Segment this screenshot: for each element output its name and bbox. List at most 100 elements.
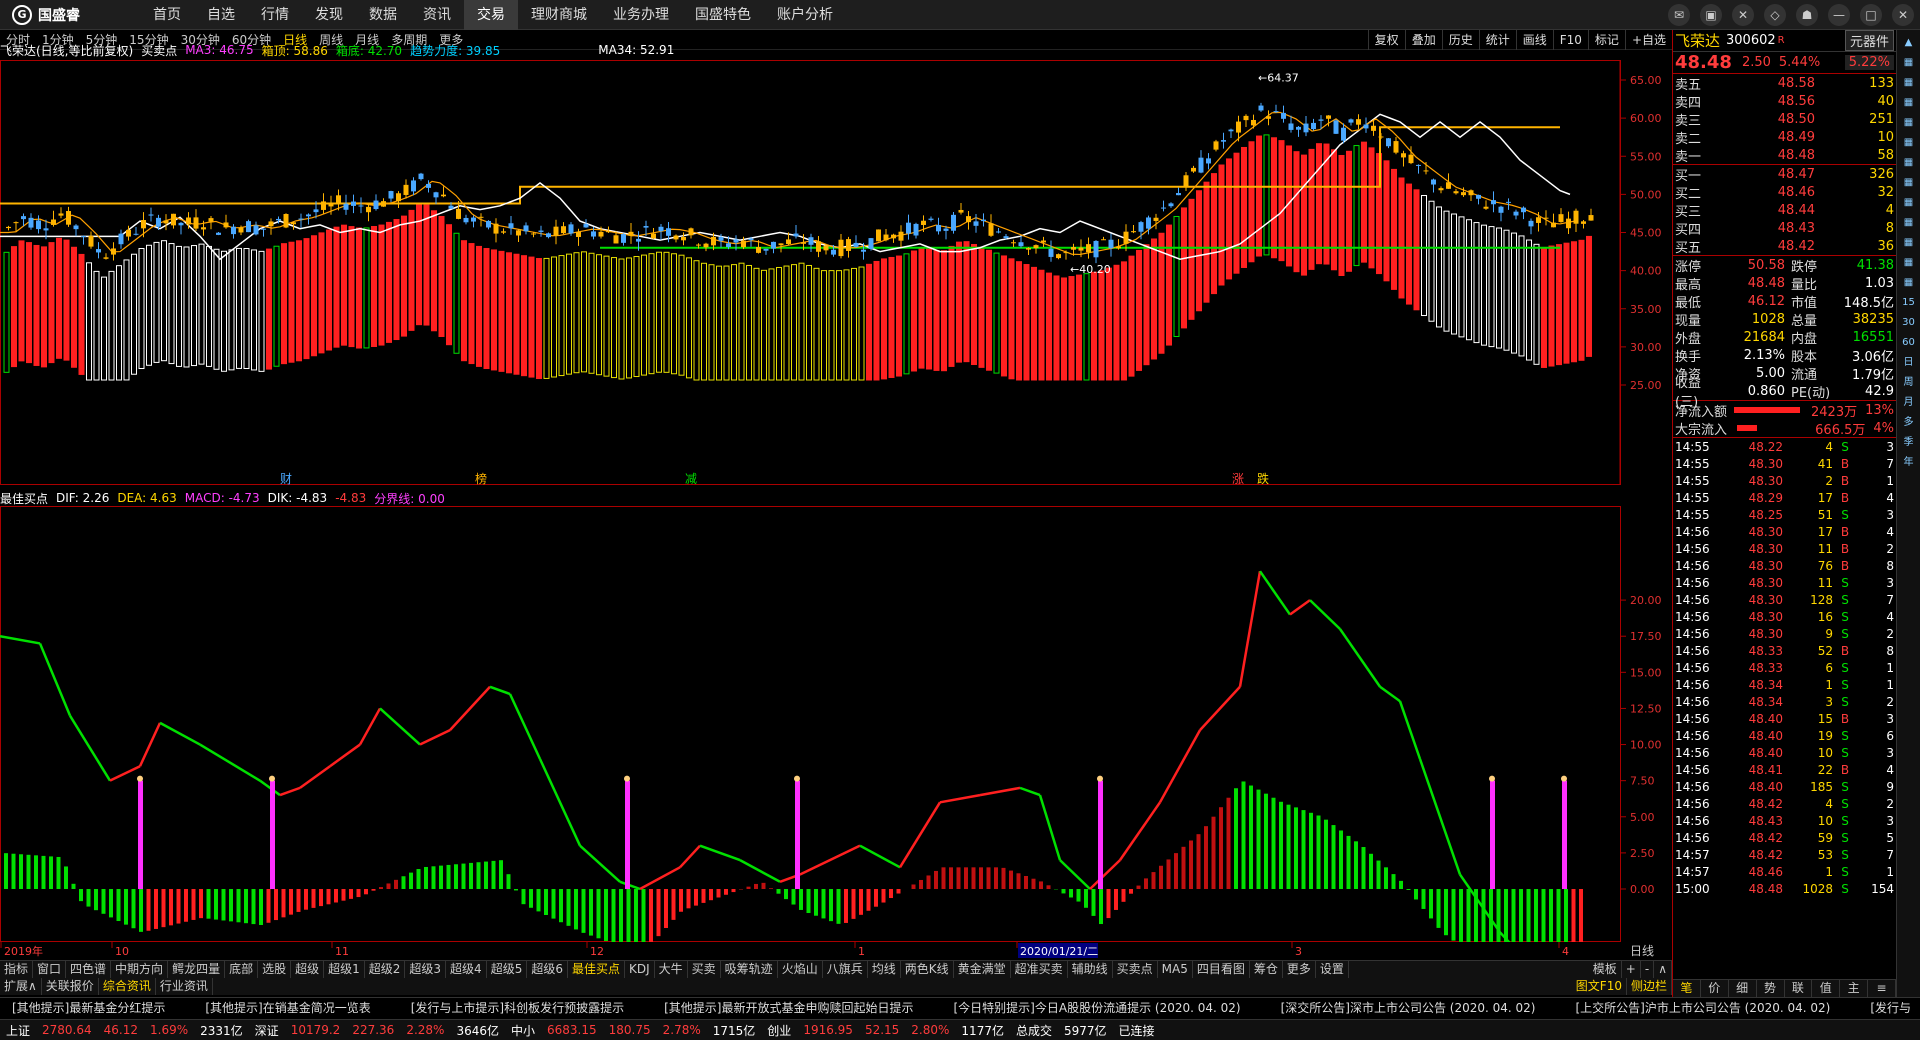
menu-item[interactable]: 行情 [248,0,302,30]
indicator-tab[interactable]: 超级3 [405,961,447,978]
panel-tab[interactable]: 价 [1701,980,1729,997]
indicator-tab[interactable]: 指标 [0,961,34,978]
news-item[interactable]: [其他提示]在销基金简况一览表 [205,999,370,1016]
news-item[interactable]: [发行与 [1870,999,1911,1016]
tools-icon[interactable]: ✕ [1732,4,1754,26]
info-tab[interactable]: 行业资讯 [156,978,213,995]
indicator-tab[interactable]: 均线 [868,961,901,978]
side-tool-icon[interactable]: ▦ [1900,114,1918,132]
side-tool-icon[interactable]: ▦ [1900,214,1918,232]
menu-item[interactable]: 交易 [464,0,518,30]
order-book-row[interactable]: 买五 48.42 36 [1673,237,1896,256]
side-tool-icon[interactable]: ▦ [1900,194,1918,212]
tab-control-button[interactable]: ∧ [1654,961,1672,978]
news-item[interactable]: [深交所公告]深市上市公司公告 (2020. 04. 02) [1281,999,1536,1016]
panel-tab[interactable]: 势 [1757,980,1785,997]
skin-icon[interactable]: ☗ [1796,4,1818,26]
indicator-tab[interactable]: 鳄龙四量 [168,961,226,978]
side-period-button[interactable]: 日 [1900,354,1918,372]
indicator-name[interactable]: 买卖点 [141,42,177,59]
menu-item[interactable]: 理财商城 [518,0,600,30]
scroll-up-icon[interactable]: ▲ [1900,34,1918,52]
component-button[interactable]: 元器件 [1844,30,1894,51]
mail-icon[interactable]: ▣ [1700,4,1722,26]
tab-control-button[interactable]: 模板 [1589,961,1622,978]
panel-tab[interactable]: ≡ [1868,980,1896,997]
side-tool-icon[interactable]: ▦ [1900,74,1918,92]
side-period-button[interactable]: 30 [1900,314,1918,332]
menu-item[interactable]: 业务办理 [600,0,682,30]
message-icon[interactable]: ✉ [1668,4,1690,26]
indicator-tab[interactable]: 买卖 [688,961,721,978]
panel-tab[interactable]: 笔 [1673,980,1701,997]
order-book-row[interactable]: 买一 48.47 326 [1673,165,1896,184]
maximize-icon[interactable]: □ [1860,4,1882,26]
side-tool-icon[interactable]: ▦ [1900,134,1918,152]
tab-control-button[interactable]: - [1641,961,1655,978]
indicator-tab[interactable]: 四目看图 [1193,961,1250,978]
indicator-tab[interactable]: 超级5 [487,961,528,978]
menu-item[interactable]: 资讯 [410,0,464,30]
order-book-row[interactable]: 买二 48.46 32 [1673,183,1896,202]
indicator-tab[interactable]: 大牛 [655,961,688,978]
app-logo[interactable]: G 国盛睿 [0,4,140,25]
indicator-tab[interactable]: 最佳买点 [568,961,625,978]
indicator-tab[interactable]: 火焰山 [778,961,823,978]
news-item[interactable]: [发行与上市提示]科创板发行预披露提示 [411,999,624,1016]
menu-item[interactable]: 自选 [194,0,248,30]
order-book-row[interactable]: 卖一 48.48 58 [1673,146,1896,165]
news-item[interactable]: [其他提示]最新开放式基金申购赎回起始日提示 [664,999,913,1016]
info-tab-button[interactable]: 图文F10 [1572,978,1627,995]
info-tab[interactable]: 综合资讯 [99,978,156,995]
indicator-tab[interactable]: 更多 [1283,961,1316,978]
indicator-tab[interactable]: 设置 [1316,961,1349,978]
side-period-button[interactable]: 60 [1900,334,1918,352]
indicator-tab[interactable]: 选股 [258,961,292,978]
side-tool-icon[interactable]: ▦ [1900,174,1918,192]
indicator-tab[interactable]: MA5 [1158,961,1193,978]
indicator-tab[interactable]: 辅助线 [1068,961,1113,978]
lock-icon[interactable]: ◇ [1764,4,1786,26]
indicator-tab[interactable]: 超级2 [365,961,406,978]
side-tool-icon[interactable]: ▦ [1900,254,1918,272]
chart-tool-button[interactable]: +自选 [1624,30,1672,50]
news-item[interactable]: [上交所公告]沪市上市公司公告 (2020. 04. 02) [1575,999,1830,1016]
indicator-tab[interactable]: KDJ [625,961,655,978]
menu-item[interactable]: 首页 [140,0,194,30]
tab-control-button[interactable]: + [1622,961,1641,978]
menu-item[interactable]: 发现 [302,0,356,30]
order-book-row[interactable]: 卖三 48.50 251 [1673,110,1896,129]
indicator-tab[interactable]: 超准买卖 [1011,961,1068,978]
indicator-tab[interactable]: 黄金满堂 [954,961,1011,978]
order-book-row[interactable]: 买四 48.43 8 [1673,219,1896,238]
side-tool-icon[interactable]: ▦ [1900,234,1918,252]
side-tool-icon[interactable]: ▦ [1900,274,1918,292]
kline-chart[interactable]: 65.00 60.00 55.00 50.00 45.00 40.00 35.00 30.00… [0,60,1672,485]
side-period-button[interactable]: 月 [1900,394,1918,412]
menu-item[interactable]: 国盛特色 [682,0,764,30]
indicator-tab[interactable]: 筹仓 [1250,961,1283,978]
indicator-tab[interactable]: 买卖点 [1113,961,1158,978]
indicator-tab[interactable]: 两色K线 [901,961,954,978]
order-book-row[interactable]: 卖二 48.49 10 [1673,128,1896,147]
side-period-button[interactable]: 年 [1900,454,1918,472]
indicator-tab[interactable]: 中期方向 [111,961,169,978]
indicator-tab[interactable]: 窗口 [33,961,67,978]
sub-indicator-name[interactable]: 最佳买点 [0,490,48,507]
side-tool-icon[interactable]: ▦ [1900,154,1918,172]
menu-item[interactable]: 账户分析 [764,0,846,30]
menu-item[interactable]: 数据 [356,0,410,30]
side-period-button[interactable]: 多 [1900,414,1918,432]
panel-tab[interactable]: 主 [1840,980,1869,997]
panel-tab[interactable]: 值 [1812,980,1841,997]
indicator-tab[interactable]: 超级 [291,961,325,978]
side-tool-icon[interactable]: ▦ [1900,54,1918,72]
indicator-tab[interactable]: 四色谱 [66,961,112,978]
close-icon[interactable]: ✕ [1892,4,1914,26]
indicator-tab[interactable]: 超级1 [324,961,365,978]
side-period-button[interactable]: 周 [1900,374,1918,392]
indicator-tab[interactable]: 超级6 [527,961,568,978]
side-period-button[interactable]: 季 [1900,434,1918,452]
minimize-icon[interactable]: — [1828,4,1850,26]
macd-chart[interactable]: 20.00 17.50 15.00 12.50 10.00 7.50 5.00 2.50 0.0… [0,506,1672,942]
